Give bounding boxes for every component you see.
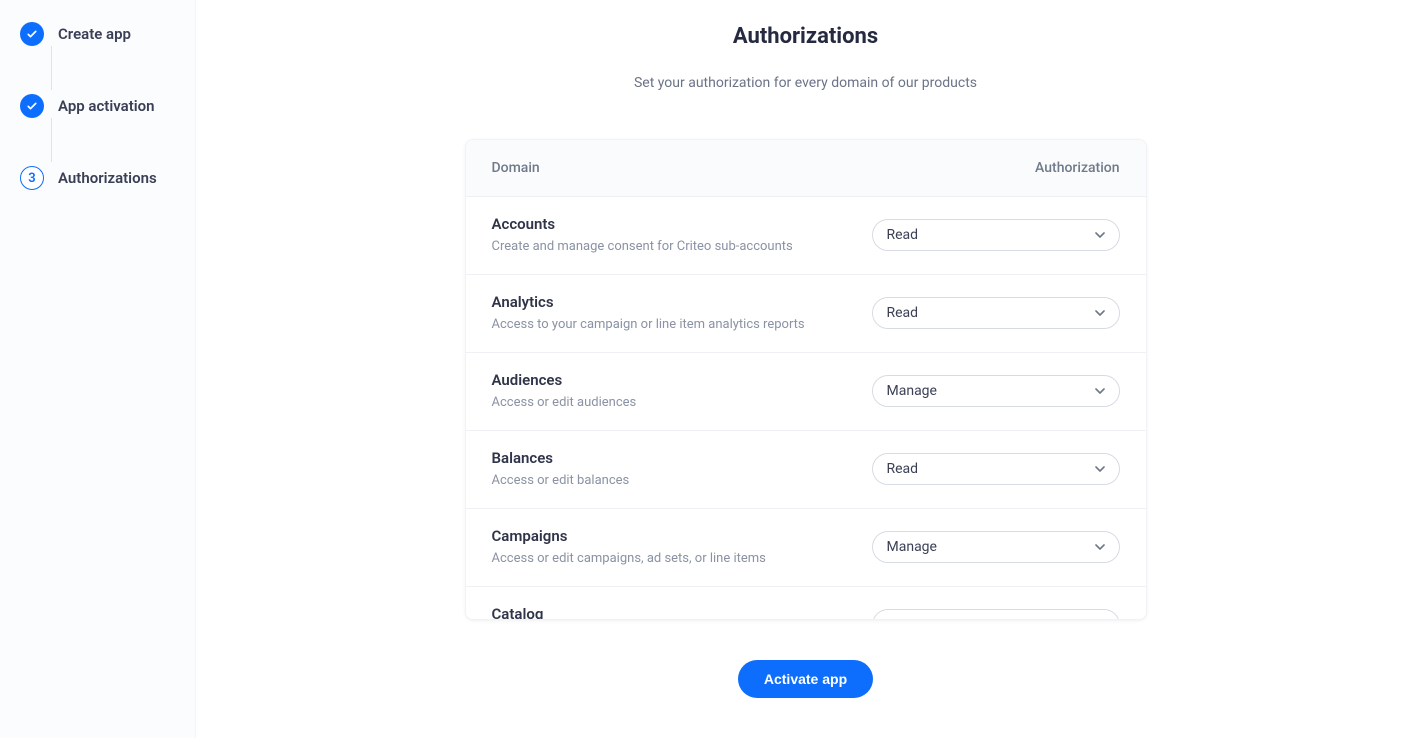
step-create-app[interactable]: Create app bbox=[20, 20, 195, 48]
step-app-activation[interactable]: App activation bbox=[20, 92, 195, 120]
step-connector bbox=[51, 118, 52, 162]
table-row: Accounts Create and manage consent for C… bbox=[466, 196, 1146, 274]
domain-desc: Access to your campaign or line item ana… bbox=[492, 317, 872, 332]
chevron-down-icon bbox=[1095, 230, 1105, 240]
authorization-select[interactable]: Manage bbox=[872, 375, 1120, 407]
step-connector bbox=[51, 46, 52, 90]
authorization-select[interactable]: Manage bbox=[872, 531, 1120, 563]
select-value: Manage bbox=[887, 383, 937, 399]
domain-name: Campaigns bbox=[492, 527, 872, 545]
select-value: Read bbox=[887, 305, 919, 321]
check-icon bbox=[20, 94, 44, 118]
table-header: Domain Authorization bbox=[466, 140, 1146, 196]
chevron-down-icon bbox=[1095, 386, 1105, 396]
step-authorizations[interactable]: 3 Authorizations bbox=[20, 164, 195, 192]
page-subtitle: Set your authorization for every domain … bbox=[634, 75, 977, 91]
check-icon bbox=[20, 22, 44, 46]
column-authorization: Authorization bbox=[872, 160, 1120, 176]
domain-name: Balances bbox=[492, 449, 872, 467]
select-value: Manage bbox=[887, 539, 937, 555]
step-label: Authorizations bbox=[58, 169, 157, 187]
select-value: Read bbox=[887, 227, 919, 243]
select-value: Manage bbox=[887, 617, 937, 621]
activate-app-button[interactable]: Activate app bbox=[738, 660, 873, 698]
chevron-down-icon bbox=[1095, 308, 1105, 318]
authorization-select[interactable]: Read bbox=[872, 297, 1120, 329]
table-row: Audiences Access or edit audiences Manag… bbox=[466, 352, 1146, 430]
page-title: Authorizations bbox=[733, 24, 878, 49]
main-content: Authorizations Set your authorization fo… bbox=[196, 0, 1415, 738]
domain-desc: Access or edit audiences bbox=[492, 395, 872, 410]
domain-desc: Access or edit campaigns, ad sets, or li… bbox=[492, 551, 872, 566]
authorization-select[interactable]: Read bbox=[872, 453, 1120, 485]
step-number-icon: 3 bbox=[20, 166, 44, 190]
authorizations-table: Domain Authorization Accounts Create and… bbox=[465, 139, 1147, 620]
table-row: Balances Access or edit balances Read bbox=[466, 430, 1146, 508]
chevron-down-icon bbox=[1095, 542, 1105, 552]
chevron-down-icon bbox=[1095, 620, 1105, 621]
domain-name: Audiences bbox=[492, 371, 872, 389]
select-value: Read bbox=[887, 461, 919, 477]
table-row: Campaigns Access or edit campaigns, ad s… bbox=[466, 508, 1146, 586]
domain-name: Analytics bbox=[492, 293, 872, 311]
authorization-select[interactable]: Manage bbox=[872, 609, 1120, 621]
domain-desc: Create and manage consent for Criteo sub… bbox=[492, 239, 872, 254]
stepper-sidebar: Create app App activation 3 Authorizatio… bbox=[0, 0, 196, 738]
step-label: App activation bbox=[58, 97, 155, 115]
table-row: Analytics Access to your campaign or lin… bbox=[466, 274, 1146, 352]
domain-name: Accounts bbox=[492, 215, 872, 233]
step-label: Create app bbox=[58, 25, 131, 43]
authorization-select[interactable]: Read bbox=[872, 219, 1120, 251]
domain-desc: Access or edit balances bbox=[492, 473, 872, 488]
table-row: Catalog Access or edit products Manage bbox=[466, 586, 1146, 620]
column-domain: Domain bbox=[492, 160, 872, 176]
domain-name: Catalog bbox=[492, 605, 872, 620]
chevron-down-icon bbox=[1095, 464, 1105, 474]
